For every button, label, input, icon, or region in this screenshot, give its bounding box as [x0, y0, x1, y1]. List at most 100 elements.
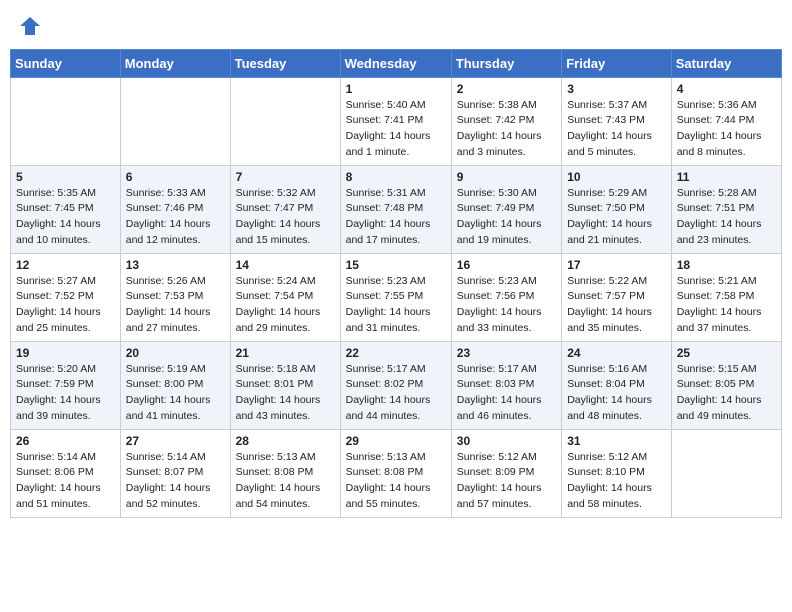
day-info: Sunrise: 5:35 AM Sunset: 7:45 PM Dayligh…: [16, 186, 115, 249]
calendar-cell: 17 Sunrise: 5:22 AM Sunset: 7:57 PM Dayli…: [562, 253, 672, 341]
calendar-cell: 8 Sunrise: 5:31 AM Sunset: 7:48 PM Daylig…: [340, 165, 451, 253]
day-info: Sunrise: 5:12 AM Sunset: 8:10 PM Dayligh…: [567, 450, 666, 513]
calendar-cell: 15 Sunrise: 5:23 AM Sunset: 7:55 PM Dayli…: [340, 253, 451, 341]
day-number: 18: [677, 258, 776, 272]
day-info: Sunrise: 5:15 AM Sunset: 8:05 PM Dayligh…: [677, 362, 776, 425]
calendar-week-row: 19 Sunrise: 5:20 AM Sunset: 7:59 PM Dayli…: [11, 341, 782, 429]
day-of-week-header: Thursday: [451, 49, 561, 77]
day-number: 20: [126, 346, 225, 360]
day-number: 17: [567, 258, 666, 272]
day-number: 4: [677, 82, 776, 96]
day-info: Sunrise: 5:24 AM Sunset: 7:54 PM Dayligh…: [236, 274, 335, 337]
calendar-cell: 4 Sunrise: 5:36 AM Sunset: 7:44 PM Daylig…: [671, 77, 781, 165]
calendar-cell: 1Sunrise: 5:40 AM Sunset: 7:41 PM Daylig…: [340, 77, 451, 165]
calendar-cell: 25 Sunrise: 5:15 AM Sunset: 8:05 PM Dayli…: [671, 341, 781, 429]
calendar-cell: 3 Sunrise: 5:37 AM Sunset: 7:43 PM Daylig…: [562, 77, 672, 165]
day-number: 24: [567, 346, 666, 360]
calendar-cell: [11, 77, 121, 165]
day-info: Sunrise: 5:33 AM Sunset: 7:46 PM Dayligh…: [126, 186, 225, 249]
calendar-week-row: 12Sunrise: 5:27 AM Sunset: 7:52 PM Dayli…: [11, 253, 782, 341]
calendar-week-row: 5 Sunrise: 5:35 AM Sunset: 7:45 PM Daylig…: [11, 165, 782, 253]
day-number: 25: [677, 346, 776, 360]
calendar-cell: 19 Sunrise: 5:20 AM Sunset: 7:59 PM Dayli…: [11, 341, 121, 429]
day-info: Sunrise: 5:13 AM Sunset: 8:08 PM Dayligh…: [236, 450, 335, 513]
logo-icon: [19, 15, 41, 37]
page-header: [10, 10, 782, 41]
day-number: 8: [346, 170, 446, 184]
day-info: Sunrise: 5:31 AM Sunset: 7:48 PM Dayligh…: [346, 186, 446, 249]
day-of-week-header: Saturday: [671, 49, 781, 77]
calendar-cell: 23Sunrise: 5:17 AM Sunset: 8:03 PM Dayli…: [451, 341, 561, 429]
day-info: Sunrise: 5:17 AM Sunset: 8:03 PM Dayligh…: [457, 362, 556, 425]
day-number: 29: [346, 434, 446, 448]
calendar-cell: 11 Sunrise: 5:28 AM Sunset: 7:51 PM Dayli…: [671, 165, 781, 253]
day-info: Sunrise: 5:17 AM Sunset: 8:02 PM Dayligh…: [346, 362, 446, 425]
day-number: 9: [457, 170, 556, 184]
day-info: Sunrise: 5:23 AM Sunset: 7:55 PM Dayligh…: [346, 274, 446, 337]
day-number: 2: [457, 82, 556, 96]
calendar-cell: 18 Sunrise: 5:21 AM Sunset: 7:58 PM Dayli…: [671, 253, 781, 341]
day-info: Sunrise: 5:21 AM Sunset: 7:58 PM Dayligh…: [677, 274, 776, 337]
day-of-week-header: Wednesday: [340, 49, 451, 77]
day-number: 11: [677, 170, 776, 184]
day-number: 10: [567, 170, 666, 184]
calendar-cell: 29Sunrise: 5:13 AM Sunset: 8:08 PM Dayli…: [340, 429, 451, 517]
day-info: Sunrise: 5:30 AM Sunset: 7:49 PM Dayligh…: [457, 186, 556, 249]
day-number: 13: [126, 258, 225, 272]
day-of-week-header: Tuesday: [230, 49, 340, 77]
day-info: Sunrise: 5:36 AM Sunset: 7:44 PM Dayligh…: [677, 98, 776, 161]
day-info: Sunrise: 5:14 AM Sunset: 8:07 PM Dayligh…: [126, 450, 225, 513]
calendar-cell: 12Sunrise: 5:27 AM Sunset: 7:52 PM Dayli…: [11, 253, 121, 341]
day-info: Sunrise: 5:14 AM Sunset: 8:06 PM Dayligh…: [16, 450, 115, 513]
calendar-cell: [671, 429, 781, 517]
calendar-header-row: SundayMondayTuesdayWednesdayThursdayFrid…: [11, 49, 782, 77]
day-info: Sunrise: 5:26 AM Sunset: 7:53 PM Dayligh…: [126, 274, 225, 337]
day-number: 14: [236, 258, 335, 272]
day-number: 5: [16, 170, 115, 184]
day-number: 15: [346, 258, 446, 272]
day-info: Sunrise: 5:18 AM Sunset: 8:01 PM Dayligh…: [236, 362, 335, 425]
day-info: Sunrise: 5:38 AM Sunset: 7:42 PM Dayligh…: [457, 98, 556, 161]
calendar-cell: 20 Sunrise: 5:19 AM Sunset: 8:00 PM Dayli…: [120, 341, 230, 429]
day-number: 21: [236, 346, 335, 360]
calendar-cell: 7 Sunrise: 5:32 AM Sunset: 7:47 PM Daylig…: [230, 165, 340, 253]
calendar-cell: 24 Sunrise: 5:16 AM Sunset: 8:04 PM Dayli…: [562, 341, 672, 429]
logo-text: [18, 14, 41, 37]
calendar-cell: 21 Sunrise: 5:18 AM Sunset: 8:01 PM Dayli…: [230, 341, 340, 429]
calendar-cell: 5 Sunrise: 5:35 AM Sunset: 7:45 PM Daylig…: [11, 165, 121, 253]
day-of-week-header: Sunday: [11, 49, 121, 77]
logo: [18, 14, 41, 37]
day-info: Sunrise: 5:23 AM Sunset: 7:56 PM Dayligh…: [457, 274, 556, 337]
day-number: 1: [346, 82, 446, 96]
calendar-cell: 16 Sunrise: 5:23 AM Sunset: 7:56 PM Dayli…: [451, 253, 561, 341]
calendar-cell: [230, 77, 340, 165]
day-info: Sunrise: 5:19 AM Sunset: 8:00 PM Dayligh…: [126, 362, 225, 425]
day-info: Sunrise: 5:32 AM Sunset: 7:47 PM Dayligh…: [236, 186, 335, 249]
day-info: Sunrise: 5:37 AM Sunset: 7:43 PM Dayligh…: [567, 98, 666, 161]
day-number: 6: [126, 170, 225, 184]
calendar-cell: 30Sunrise: 5:12 AM Sunset: 8:09 PM Dayli…: [451, 429, 561, 517]
day-number: 31: [567, 434, 666, 448]
calendar-cell: 31 Sunrise: 5:12 AM Sunset: 8:10 PM Dayli…: [562, 429, 672, 517]
calendar-cell: 6 Sunrise: 5:33 AM Sunset: 7:46 PM Daylig…: [120, 165, 230, 253]
day-of-week-header: Friday: [562, 49, 672, 77]
day-number: 7: [236, 170, 335, 184]
calendar-cell: [120, 77, 230, 165]
calendar-cell: 28 Sunrise: 5:13 AM Sunset: 8:08 PM Dayli…: [230, 429, 340, 517]
day-number: 3: [567, 82, 666, 96]
day-info: Sunrise: 5:12 AM Sunset: 8:09 PM Dayligh…: [457, 450, 556, 513]
day-info: Sunrise: 5:28 AM Sunset: 7:51 PM Dayligh…: [677, 186, 776, 249]
day-number: 16: [457, 258, 556, 272]
day-number: 12: [16, 258, 115, 272]
calendar-table: SundayMondayTuesdayWednesdayThursdayFrid…: [10, 49, 782, 518]
calendar-cell: 13 Sunrise: 5:26 AM Sunset: 7:53 PM Dayli…: [120, 253, 230, 341]
day-number: 28: [236, 434, 335, 448]
day-info: Sunrise: 5:20 AM Sunset: 7:59 PM Dayligh…: [16, 362, 115, 425]
calendar-cell: 27 Sunrise: 5:14 AM Sunset: 8:07 PM Dayli…: [120, 429, 230, 517]
day-number: 27: [126, 434, 225, 448]
day-number: 19: [16, 346, 115, 360]
calendar-week-row: 26Sunrise: 5:14 AM Sunset: 8:06 PM Dayli…: [11, 429, 782, 517]
day-info: Sunrise: 5:22 AM Sunset: 7:57 PM Dayligh…: [567, 274, 666, 337]
day-info: Sunrise: 5:16 AM Sunset: 8:04 PM Dayligh…: [567, 362, 666, 425]
calendar-cell: 22Sunrise: 5:17 AM Sunset: 8:02 PM Dayli…: [340, 341, 451, 429]
